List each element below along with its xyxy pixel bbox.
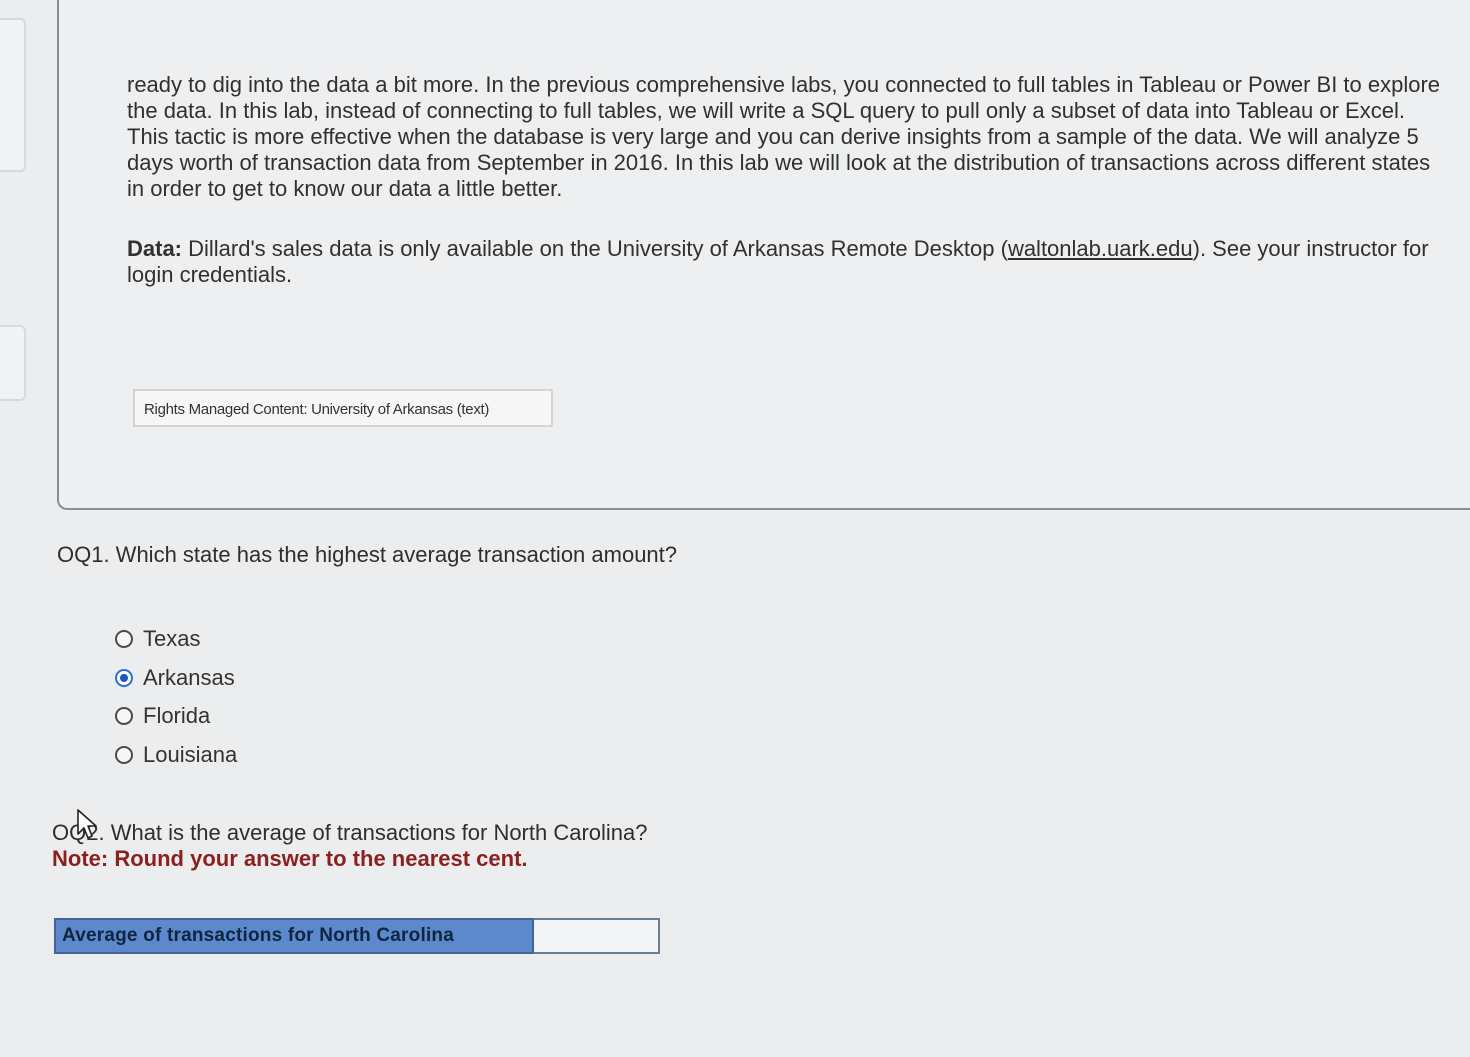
average-transactions-input[interactable] — [534, 918, 660, 954]
radio-louisiana[interactable] — [115, 745, 133, 764]
option-texas[interactable]: Texas — [115, 620, 237, 659]
radio-arkansas[interactable] — [115, 668, 133, 687]
mouse-pointer-icon — [77, 809, 97, 839]
option-label: Louisiana — [143, 741, 238, 767]
radio-texas[interactable] — [115, 630, 133, 649]
left-edge-panel-tab — [0, 18, 26, 172]
data-label: Data: — [127, 236, 183, 261]
data-text-before-link: Dillard's sales data is only available o… — [182, 236, 1008, 261]
waltonlab-link[interactable]: waltonlab.uark.edu — [1008, 236, 1193, 261]
option-florida[interactable]: Florida — [115, 697, 237, 736]
option-louisiana[interactable]: Louisiana — [115, 736, 237, 775]
option-label: Arkansas — [143, 664, 235, 690]
page: ready to dig into the data a bit more. I… — [0, 0, 1470, 1057]
radio-florida[interactable] — [115, 707, 133, 726]
oq1-options: Texas Arkansas Florida Louisiana — [115, 620, 237, 774]
oq2-text: . What is the average of transactions fo… — [98, 820, 648, 845]
oq2-answer-row: Average of transactions for North Caroli… — [54, 918, 660, 954]
passage-paragraph: ready to dig into the data a bit more. I… — [127, 72, 1441, 201]
option-label: Texas — [143, 626, 201, 652]
rights-managed-content-label: Rights Managed Content: University of Ar… — [133, 389, 553, 427]
left-edge-panel-tab-2 — [0, 325, 26, 401]
oq2-question: OQ2. What is the average of transactions… — [52, 820, 648, 846]
option-arkansas[interactable]: Arkansas — [115, 659, 237, 698]
answer-label: Average of transactions for North Caroli… — [54, 918, 534, 954]
oq2-note: Note: Round your answer to the nearest c… — [52, 846, 528, 871]
option-label: Florida — [143, 703, 211, 729]
oq1-question: OQ1. Which state has the highest average… — [57, 542, 678, 567]
data-paragraph: Data: Dillard's sales data is only avail… — [127, 236, 1447, 288]
